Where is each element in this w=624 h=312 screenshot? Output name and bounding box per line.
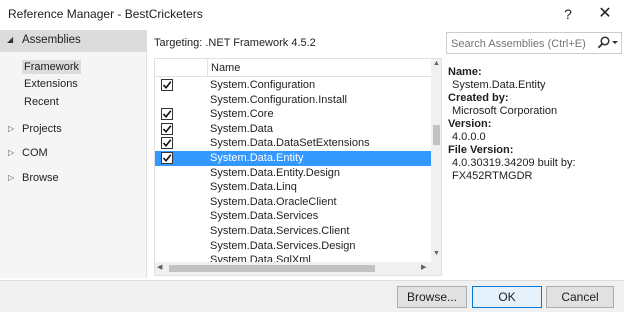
expand-triangle-icon: ▷ bbox=[8, 124, 15, 133]
checkbox-checked-icon[interactable] bbox=[161, 108, 173, 121]
assembly-name: System.Data.Entity bbox=[210, 152, 304, 164]
targeting-label: Targeting: .NET Framework 4.5.2 bbox=[154, 37, 316, 49]
checkbox-checked-icon[interactable] bbox=[161, 79, 173, 91]
assembly-name: System.Data.DataSetExtensions bbox=[210, 137, 370, 150]
nav-assemblies[interactable]: ◢ Assemblies bbox=[0, 30, 147, 52]
nav-projects-label: Projects bbox=[22, 123, 62, 135]
list-item[interactable]: System.Data.OracleClient bbox=[155, 195, 431, 210]
assembly-name: System.Data.Services.Client bbox=[210, 225, 350, 237]
cancel-button[interactable]: Cancel bbox=[546, 286, 614, 308]
scroll-down-icon[interactable]: ▼ bbox=[433, 250, 440, 257]
close-button[interactable]: ✕ bbox=[590, 3, 620, 25]
search-input[interactable] bbox=[451, 36, 591, 51]
checkbox-checked-icon[interactable] bbox=[161, 152, 173, 164]
column-header-name[interactable]: Name bbox=[207, 59, 431, 77]
nav-projects[interactable]: ▷ Projects bbox=[0, 121, 147, 139]
expand-triangle-icon: ▷ bbox=[8, 173, 15, 182]
list-item[interactable]: System.Data.Entity bbox=[155, 151, 431, 166]
nav-recent[interactable]: Recent bbox=[24, 96, 59, 108]
assembly-name: System.Data.Linq bbox=[210, 181, 297, 194]
nav-browse[interactable]: ▷ Browse bbox=[0, 170, 147, 188]
assembly-name: System.Data.Services.Design bbox=[210, 239, 356, 252]
collapse-triangle-icon: ◢ bbox=[7, 35, 14, 44]
detail-version-value: 4.0.0.0 bbox=[452, 131, 486, 143]
search-box[interactable] bbox=[446, 32, 622, 54]
browse-button[interactable]: Browse... bbox=[397, 286, 467, 308]
nav-extensions[interactable]: Extensions bbox=[24, 78, 78, 90]
list-item[interactable]: System.Data.Entity.Design bbox=[155, 166, 431, 181]
title-bar: Reference Manager - BestCricketers ? ✕ bbox=[0, 0, 624, 28]
nav-framework[interactable]: Framework bbox=[22, 60, 82, 74]
list-item[interactable]: System.Data bbox=[155, 122, 431, 137]
assembly-list[interactable]: Name System.Configuration System.Configur… bbox=[154, 58, 442, 276]
checkbox-checked-icon[interactable] bbox=[161, 137, 173, 150]
detail-name-value: System.Data.Entity bbox=[452, 79, 546, 91]
ok-button[interactable]: OK bbox=[472, 286, 542, 308]
assembly-name: System.Data.Services bbox=[210, 210, 319, 223]
nav-com-label: COM bbox=[22, 147, 48, 159]
list-item[interactable]: System.Data.DataSetExtensions bbox=[155, 136, 431, 151]
vertical-scrollbar[interactable]: ▲ ▼ bbox=[431, 59, 441, 262]
detail-name-label: Name: bbox=[448, 66, 482, 78]
nav-browse-label: Browse bbox=[22, 172, 59, 184]
detail-file-version-value-1: 4.0.30319.34209 built by: bbox=[452, 157, 576, 169]
list-item[interactable]: System.Core bbox=[155, 107, 431, 122]
scroll-up-icon[interactable]: ▲ bbox=[433, 60, 440, 67]
assembly-name: System.Data.OracleClient bbox=[210, 195, 337, 208]
window-title: Reference Manager - BestCricketers bbox=[8, 7, 203, 21]
detail-created-label: Created by: bbox=[448, 92, 509, 104]
list-item[interactable]: System.Configuration.Install bbox=[155, 93, 431, 108]
assembly-name: System.Configuration bbox=[210, 79, 316, 91]
detail-created-value: Microsoft Corporation bbox=[452, 105, 558, 117]
help-button[interactable]: ? bbox=[553, 3, 583, 25]
detail-file-version-label: File Version: bbox=[448, 144, 514, 156]
list-item[interactable]: System.Data.Services.Client bbox=[155, 224, 431, 239]
left-nav: ◢ Assemblies Framework Extensions Recent… bbox=[0, 30, 147, 278]
assembly-name: System.Configuration.Install bbox=[210, 93, 347, 106]
list-item[interactable]: System.Data.Linq bbox=[155, 180, 431, 195]
dialog-footer: Browse... OK Cancel bbox=[0, 280, 624, 312]
detail-version-label: Version: bbox=[448, 118, 492, 130]
horizontal-scroll-thumb[interactable] bbox=[169, 265, 375, 272]
details-panel: Name: System.Data.Entity Created by: Mic… bbox=[448, 66, 622, 183]
detail-file-version-value-2: FX452RTMGDR bbox=[452, 170, 533, 182]
assembly-name: System.Data.Entity.Design bbox=[210, 166, 341, 179]
search-icon[interactable] bbox=[597, 35, 619, 51]
assembly-name: System.Core bbox=[210, 108, 274, 121]
scroll-right-icon[interactable]: ▶ bbox=[421, 263, 426, 271]
list-item[interactable]: System.Configuration bbox=[155, 78, 431, 93]
nav-assemblies-label: Assemblies bbox=[22, 34, 81, 46]
nav-com[interactable]: ▷ COM bbox=[0, 145, 147, 163]
scroll-left-icon[interactable]: ◀ bbox=[157, 263, 162, 271]
assembly-name: System.Data bbox=[210, 122, 273, 135]
list-header: Name bbox=[155, 59, 431, 77]
list-item[interactable]: System.Data.Services.Design bbox=[155, 239, 431, 254]
vertical-scroll-thumb[interactable] bbox=[433, 125, 440, 145]
expand-triangle-icon: ▷ bbox=[8, 148, 15, 157]
checkbox-checked-icon[interactable] bbox=[161, 122, 173, 135]
scrollbar-corner bbox=[431, 262, 441, 275]
list-item[interactable]: System.Data.Services bbox=[155, 209, 431, 224]
horizontal-scrollbar[interactable]: ◀ ▶ bbox=[155, 262, 431, 275]
